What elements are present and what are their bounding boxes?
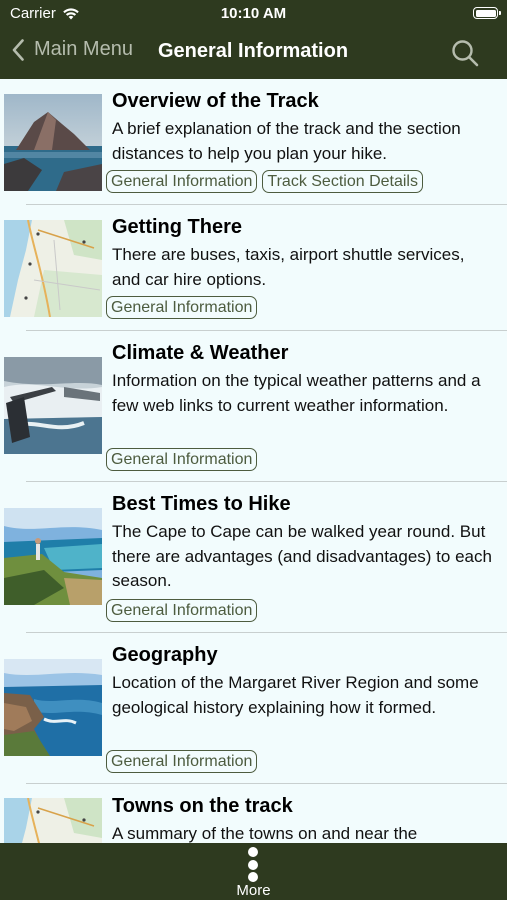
tag-general-information[interactable]: General Information	[106, 170, 258, 193]
back-button[interactable]: Main Menu	[12, 38, 133, 61]
coastal-rock-photo	[4, 94, 102, 191]
item-description: A brief explanation of the track and the…	[112, 119, 461, 163]
info-list: Overview of the Track A brief explanatio…	[0, 79, 507, 843]
search-button[interactable]	[451, 39, 479, 67]
list-item-climate-weather[interactable]: Climate & Weather Information on the typ…	[0, 331, 507, 482]
tag-general-information[interactable]: General Information	[106, 296, 258, 319]
list-item-best-times[interactable]: Best Times to Hike The Cape to Cape can …	[0, 482, 507, 633]
tag-list: General Information	[106, 296, 258, 319]
search-icon	[452, 40, 479, 67]
tag-general-information[interactable]: General Information	[106, 599, 258, 622]
tag-list: General Information	[106, 448, 258, 471]
more-dots-icon	[248, 847, 259, 885]
status-time: 10:10 AM	[220, 5, 287, 22]
item-title: Getting There	[112, 216, 243, 238]
stormy-sea-photo	[4, 357, 102, 454]
tag-general-information[interactable]: General Information	[106, 448, 258, 471]
back-button-label: Main Menu	[34, 38, 133, 60]
tag-list: General Information Track Section Detail…	[106, 170, 423, 193]
list-item-getting-there[interactable]: Getting There There are buses, taxis, ai…	[0, 205, 507, 331]
item-title: Towns on the track	[112, 795, 293, 817]
top-bar: Carrier 10:10 AM Main Menu General Infor…	[0, 0, 507, 79]
tag-list: General Information	[106, 750, 258, 773]
item-title: Best Times to Hike	[112, 493, 291, 515]
more-tab-label: More	[236, 882, 271, 899]
coastal-hiker-photo	[4, 508, 102, 605]
status-bar: Carrier 10:10 AM	[0, 0, 507, 28]
item-title: Climate & Weather	[112, 342, 289, 364]
battery-icon	[473, 7, 501, 19]
navigation-bar: Main Menu General Information	[0, 28, 507, 79]
list-item-towns[interactable]: Towns on the track A summary of the town…	[0, 784, 507, 843]
item-description: A summary of the towns on and near the	[112, 824, 418, 843]
tag-list: General Information	[106, 599, 258, 622]
list-item-overview[interactable]: Overview of the Track A brief explanatio…	[0, 79, 507, 205]
tag-track-section-details[interactable]: Track Section Details	[262, 170, 423, 193]
item-description: There are buses, taxis, airport shuttle …	[112, 245, 465, 289]
region-map	[4, 220, 102, 317]
tag-general-information[interactable]: General Information	[106, 750, 258, 773]
item-description: Location of the Margaret River Region an…	[112, 673, 479, 717]
page-title: General Information	[158, 40, 349, 62]
chevron-left-icon	[12, 38, 24, 61]
list-item-geography[interactable]: Geography Location of the Margaret River…	[0, 633, 507, 784]
region-map	[4, 798, 102, 843]
item-description: Information on the typical weather patte…	[112, 371, 481, 415]
item-title: Overview of the Track	[112, 90, 319, 112]
item-title: Geography	[112, 644, 218, 666]
coastline-photo	[4, 659, 102, 756]
item-description: The Cape to Cape can be walked year roun…	[112, 522, 492, 590]
more-tab-button[interactable]: More	[0, 843, 507, 900]
